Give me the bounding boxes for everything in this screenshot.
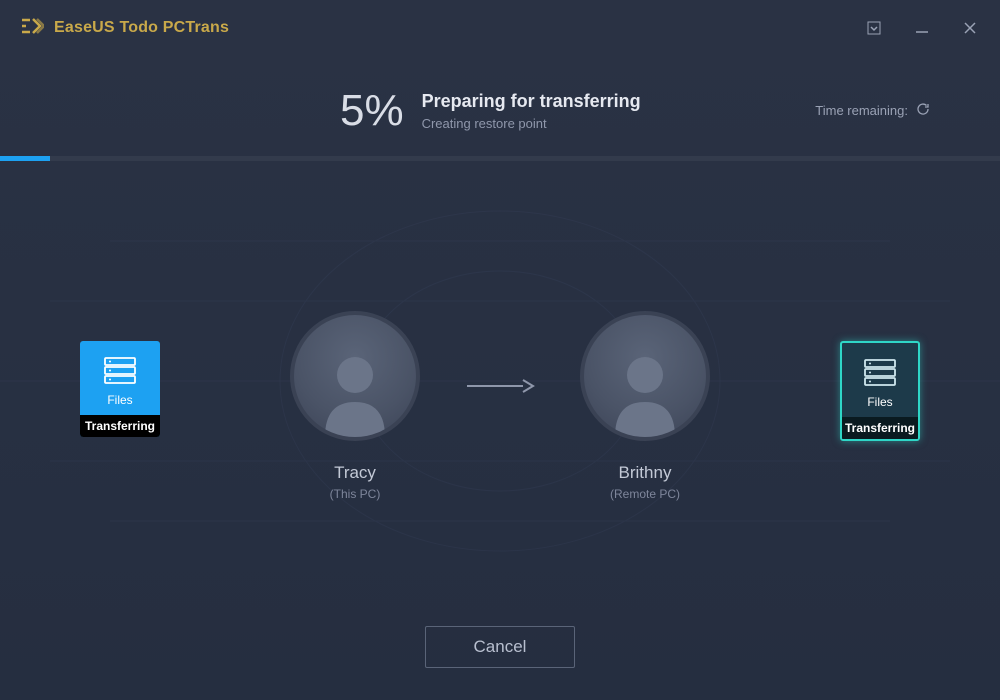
avatar-icon [580, 311, 710, 441]
minimize-icon[interactable] [912, 18, 932, 38]
title-left: EaseUS Todo PCTrans [20, 18, 229, 38]
files-icon [842, 343, 918, 391]
progress-percent: 5% [340, 86, 404, 136]
status-text: Preparing for transferring Creating rest… [422, 91, 641, 131]
close-icon[interactable] [960, 18, 980, 38]
time-remaining-label: Time remaining: [815, 103, 908, 118]
dest-pc: Brithny (Remote PC) [580, 311, 710, 501]
dest-pc-name: Brithny [580, 463, 710, 483]
dropdown-icon[interactable] [864, 18, 884, 38]
refresh-icon [916, 102, 930, 119]
dest-card-label: Files [842, 391, 918, 417]
files-icon [80, 341, 160, 389]
app-title: EaseUS Todo PCTrans [54, 19, 229, 37]
time-remaining: Time remaining: [815, 102, 930, 119]
source-card-status: Transferring [80, 415, 160, 437]
source-pc: Tracy (This PC) [290, 311, 420, 501]
status-subtitle: Creating restore point [422, 116, 641, 131]
dest-files-card[interactable]: Files Transferring [840, 341, 920, 441]
dest-card-status: Transferring [842, 417, 918, 439]
status-title: Preparing for transferring [422, 91, 641, 112]
source-pc-name: Tracy [290, 463, 420, 483]
avatar-icon [290, 311, 420, 441]
app-logo-icon [20, 18, 44, 38]
source-card-label: Files [80, 389, 160, 415]
window-controls [864, 18, 980, 38]
titlebar: EaseUS Todo PCTrans [0, 0, 1000, 56]
transfer-arrow-icon [465, 376, 535, 401]
source-files-card[interactable]: Files Transferring [80, 341, 160, 437]
app-window: EaseUS Todo PCTrans 5% Preparing for tra… [0, 0, 1000, 700]
source-pc-role: (This PC) [290, 487, 420, 501]
dest-pc-role: (Remote PC) [580, 487, 710, 501]
main-area: Files Transferring Files Transferring [0, 161, 1000, 631]
status-header: 5% Preparing for transferring Creating r… [0, 56, 1000, 156]
cancel-button[interactable]: Cancel [425, 626, 575, 668]
